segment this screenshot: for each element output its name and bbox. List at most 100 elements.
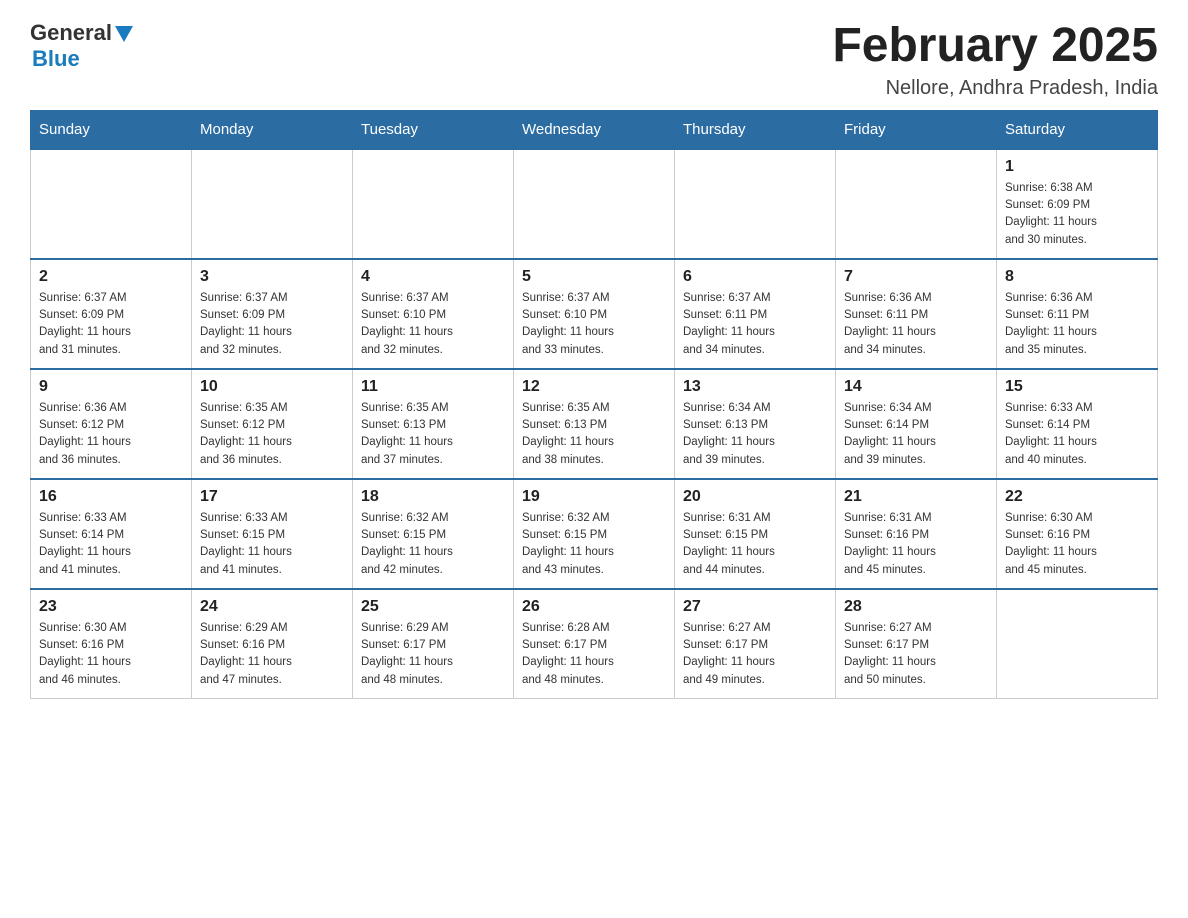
day-info: Sunrise: 6:35 AMSunset: 6:13 PMDaylight:… <box>522 400 666 469</box>
calendar-cell <box>31 149 192 259</box>
day-number: 11 <box>361 378 505 396</box>
page-header: General Blue February 2025 Nellore, Andh… <box>30 20 1158 100</box>
day-number: 2 <box>39 268 183 286</box>
day-info: Sunrise: 6:37 AMSunset: 6:10 PMDaylight:… <box>361 290 505 359</box>
day-number: 9 <box>39 378 183 396</box>
calendar-title: February 2025 <box>832 20 1158 73</box>
calendar-week-row: 9 Sunrise: 6:36 AMSunset: 6:12 PMDaylight… <box>31 369 1158 479</box>
weekday-header: Sunday <box>31 110 192 149</box>
calendar-cell: 26Sunrise: 6:28 AMSunset: 6:17 PMDayligh… <box>514 589 675 699</box>
day-info: Sunrise: 6:37 AMSunset: 6:09 PMDaylight:… <box>39 290 183 359</box>
calendar-cell: 9 Sunrise: 6:36 AMSunset: 6:12 PMDaylight… <box>31 369 192 479</box>
calendar-cell <box>192 149 353 259</box>
day-number: 18 <box>361 488 505 506</box>
day-info: Sunrise: 6:31 AMSunset: 6:16 PMDaylight:… <box>844 510 988 579</box>
day-number: 3 <box>200 268 344 286</box>
day-info: Sunrise: 6:33 AMSunset: 6:14 PMDaylight:… <box>39 510 183 579</box>
weekday-header-row: SundayMondayTuesdayWednesdayThursdayFrid… <box>31 110 1158 149</box>
day-info: Sunrise: 6:37 AMSunset: 6:09 PMDaylight:… <box>200 290 344 359</box>
calendar-cell: 21 Sunrise: 6:31 AMSunset: 6:16 PMDayligh… <box>836 479 997 589</box>
day-info: Sunrise: 6:31 AMSunset: 6:15 PMDaylight:… <box>683 510 827 579</box>
logo-blue-text: Blue <box>32 46 80 71</box>
day-number: 20 <box>683 488 827 506</box>
logo-triangle-icon <box>115 26 133 42</box>
day-info: Sunrise: 6:37 AMSunset: 6:11 PMDaylight:… <box>683 290 827 359</box>
title-block: February 2025 Nellore, Andhra Pradesh, I… <box>832 20 1158 100</box>
day-number: 28 <box>844 598 988 616</box>
day-info: Sunrise: 6:27 AMSunset: 6:17 PMDaylight:… <box>683 620 827 689</box>
weekday-header: Tuesday <box>353 110 514 149</box>
calendar-cell: 28 Sunrise: 6:27 AMSunset: 6:17 PMDayligh… <box>836 589 997 699</box>
calendar-cell: 15Sunrise: 6:33 AMSunset: 6:14 PMDayligh… <box>997 369 1158 479</box>
calendar-cell <box>997 589 1158 699</box>
day-number: 25 <box>361 598 505 616</box>
day-number: 16 <box>39 488 183 506</box>
day-number: 1 <box>1005 158 1149 176</box>
day-number: 17 <box>200 488 344 506</box>
calendar-week-row: 1 Sunrise: 6:38 AMSunset: 6:09 PMDaylight… <box>31 149 1158 259</box>
day-info: Sunrise: 6:35 AMSunset: 6:13 PMDaylight:… <box>361 400 505 469</box>
day-number: 6 <box>683 268 827 286</box>
calendar-cell: 20 Sunrise: 6:31 AMSunset: 6:15 PMDayligh… <box>675 479 836 589</box>
day-number: 19 <box>522 488 666 506</box>
day-number: 14 <box>844 378 988 396</box>
day-number: 5 <box>522 268 666 286</box>
calendar-cell: 1 Sunrise: 6:38 AMSunset: 6:09 PMDaylight… <box>997 149 1158 259</box>
calendar-cell: 5 Sunrise: 6:37 AMSunset: 6:10 PMDaylight… <box>514 259 675 369</box>
calendar-cell <box>836 149 997 259</box>
day-number: 12 <box>522 378 666 396</box>
day-info: Sunrise: 6:38 AMSunset: 6:09 PMDaylight:… <box>1005 180 1149 249</box>
calendar-cell: 27 Sunrise: 6:27 AMSunset: 6:17 PMDayligh… <box>675 589 836 699</box>
calendar-week-row: 23 Sunrise: 6:30 AMSunset: 6:16 PMDayligh… <box>31 589 1158 699</box>
day-info: Sunrise: 6:35 AMSunset: 6:12 PMDaylight:… <box>200 400 344 469</box>
calendar-cell: 18 Sunrise: 6:32 AMSunset: 6:15 PMDayligh… <box>353 479 514 589</box>
calendar-week-row: 16 Sunrise: 6:33 AMSunset: 6:14 PMDayligh… <box>31 479 1158 589</box>
day-info: Sunrise: 6:36 AMSunset: 6:11 PMDaylight:… <box>844 290 988 359</box>
day-number: 23 <box>39 598 183 616</box>
weekday-header: Thursday <box>675 110 836 149</box>
calendar-cell <box>514 149 675 259</box>
day-number: 13 <box>683 378 827 396</box>
weekday-header: Saturday <box>997 110 1158 149</box>
calendar-cell: 23 Sunrise: 6:30 AMSunset: 6:16 PMDayligh… <box>31 589 192 699</box>
day-number: 15 <box>1005 378 1149 396</box>
calendar-cell: 25 Sunrise: 6:29 AMSunset: 6:17 PMDayligh… <box>353 589 514 699</box>
day-number: 22 <box>1005 488 1149 506</box>
calendar-cell: 22 Sunrise: 6:30 AMSunset: 6:16 PMDayligh… <box>997 479 1158 589</box>
calendar-cell: 8 Sunrise: 6:36 AMSunset: 6:11 PMDaylight… <box>997 259 1158 369</box>
calendar-cell <box>353 149 514 259</box>
day-info: Sunrise: 6:36 AMSunset: 6:12 PMDaylight:… <box>39 400 183 469</box>
day-number: 8 <box>1005 268 1149 286</box>
calendar-cell: 12 Sunrise: 6:35 AMSunset: 6:13 PMDayligh… <box>514 369 675 479</box>
calendar-cell: 6 Sunrise: 6:37 AMSunset: 6:11 PMDaylight… <box>675 259 836 369</box>
day-info: Sunrise: 6:34 AMSunset: 6:14 PMDaylight:… <box>844 400 988 469</box>
day-info: Sunrise: 6:32 AMSunset: 6:15 PMDaylight:… <box>361 510 505 579</box>
calendar-cell: 16 Sunrise: 6:33 AMSunset: 6:14 PMDayligh… <box>31 479 192 589</box>
calendar-week-row: 2 Sunrise: 6:37 AMSunset: 6:09 PMDaylight… <box>31 259 1158 369</box>
day-info: Sunrise: 6:37 AMSunset: 6:10 PMDaylight:… <box>522 290 666 359</box>
weekday-header: Monday <box>192 110 353 149</box>
logo: General Blue <box>30 20 133 72</box>
calendar-cell: 3 Sunrise: 6:37 AMSunset: 6:09 PMDaylight… <box>192 259 353 369</box>
calendar-cell: 7 Sunrise: 6:36 AMSunset: 6:11 PMDaylight… <box>836 259 997 369</box>
day-number: 10 <box>200 378 344 396</box>
calendar-cell: 13Sunrise: 6:34 AMSunset: 6:13 PMDayligh… <box>675 369 836 479</box>
calendar-cell: 2 Sunrise: 6:37 AMSunset: 6:09 PMDaylight… <box>31 259 192 369</box>
day-info: Sunrise: 6:29 AMSunset: 6:17 PMDaylight:… <box>361 620 505 689</box>
day-number: 27 <box>683 598 827 616</box>
day-info: Sunrise: 6:33 AMSunset: 6:15 PMDaylight:… <box>200 510 344 579</box>
calendar-cell: 11 Sunrise: 6:35 AMSunset: 6:13 PMDayligh… <box>353 369 514 479</box>
calendar-cell: 24Sunrise: 6:29 AMSunset: 6:16 PMDayligh… <box>192 589 353 699</box>
weekday-header: Friday <box>836 110 997 149</box>
day-number: 21 <box>844 488 988 506</box>
day-info: Sunrise: 6:27 AMSunset: 6:17 PMDaylight:… <box>844 620 988 689</box>
calendar-cell: 14 Sunrise: 6:34 AMSunset: 6:14 PMDayligh… <box>836 369 997 479</box>
calendar-cell: 10 Sunrise: 6:35 AMSunset: 6:12 PMDayligh… <box>192 369 353 479</box>
day-number: 7 <box>844 268 988 286</box>
day-info: Sunrise: 6:30 AMSunset: 6:16 PMDaylight:… <box>39 620 183 689</box>
calendar-cell: 17 Sunrise: 6:33 AMSunset: 6:15 PMDayligh… <box>192 479 353 589</box>
calendar-cell <box>675 149 836 259</box>
day-info: Sunrise: 6:30 AMSunset: 6:16 PMDaylight:… <box>1005 510 1149 579</box>
day-info: Sunrise: 6:36 AMSunset: 6:11 PMDaylight:… <box>1005 290 1149 359</box>
calendar-subtitle: Nellore, Andhra Pradesh, India <box>832 77 1158 100</box>
